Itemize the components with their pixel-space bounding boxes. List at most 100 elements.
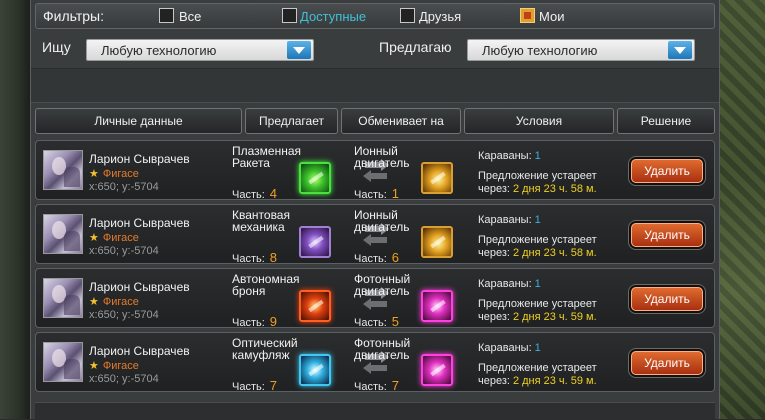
want-part-label: Часть: <box>354 381 387 393</box>
expire-prefix: через: <box>478 183 510 195</box>
expire-prefix: через: <box>478 247 510 259</box>
caravans-label: Караваны: <box>478 150 532 162</box>
seek-label: Ищу <box>42 39 71 55</box>
clan[interactable]: ★ Фигасе <box>89 295 139 308</box>
want-part-number: 7 <box>391 378 400 393</box>
delete-button[interactable]: Удалить <box>631 223 703 247</box>
header-decision: Решение <box>617 108 715 134</box>
filter-all-label[interactable]: Все <box>179 9 201 24</box>
caravans: Караваны: 1 <box>478 214 541 226</box>
ion-engine-icon[interactable] <box>421 162 453 194</box>
player-name[interactable]: Ларион Сыврачев <box>89 152 190 166</box>
star-icon: ★ <box>89 232 99 244</box>
table-row: Ларион Сыврачев ★ Фигасе x:650; y:-5704 К… <box>35 204 715 265</box>
optical-camouflage-icon[interactable] <box>299 354 331 386</box>
coordinates: x:650; y:-5704 <box>89 181 159 193</box>
list-footer <box>35 402 715 420</box>
offer-part-number: 9 <box>269 314 278 329</box>
want-part: Часть: 7 <box>354 378 399 393</box>
clan[interactable]: ★ Фигасе <box>89 359 139 372</box>
filter-mine-label[interactable]: Мои <box>539 9 564 24</box>
autonomous-armor-icon[interactable] <box>299 290 331 322</box>
want-part-label: Часть: <box>354 253 387 265</box>
expire-prefix: через: <box>478 375 510 387</box>
expire-label: Предложение устареет <box>478 362 597 374</box>
avatar[interactable] <box>43 278 83 318</box>
coordinates: x:650; y:-5704 <box>89 245 159 257</box>
star-icon: ★ <box>89 168 99 180</box>
offer-part: Часть: 4 <box>232 186 277 201</box>
star-icon: ★ <box>89 360 99 372</box>
quantum-mechanics-icon[interactable] <box>299 226 331 258</box>
caravans-label: Караваны: <box>478 278 532 290</box>
table-row: Ларион Сыврачев ★ Фигасе x:650; y:-5704 А… <box>35 268 715 329</box>
delete-button[interactable]: Удалить <box>631 351 703 375</box>
plasma-rocket-icon[interactable] <box>299 162 331 194</box>
filters-label: Фильтры: <box>43 8 104 24</box>
filter-friends-label[interactable]: Друзья <box>419 9 461 24</box>
offer-part-number: 8 <box>269 250 278 265</box>
photon-engine-icon[interactable] <box>421 290 453 322</box>
photon-engine-icon[interactable] <box>421 354 453 386</box>
player-name[interactable]: Ларион Сыврачев <box>89 216 190 230</box>
offer-part-label: Часть: <box>232 317 265 329</box>
offer-part-label: Часть: <box>232 381 265 393</box>
clan-name: Фигасе <box>102 168 139 180</box>
caravans-count: 1 <box>534 150 541 162</box>
player-name[interactable]: Ларион Сыврачев <box>89 280 190 294</box>
clan-name: Фигасе <box>102 360 139 372</box>
offer-label: Предлагаю <box>379 39 452 55</box>
caravans-count: 1 <box>534 342 541 354</box>
expire-time: через: 2 дня 23 ч. 58 м. <box>478 183 597 195</box>
filter-all-checkbox[interactable] <box>159 8 174 23</box>
star-icon: ★ <box>89 296 99 308</box>
caravans: Караваны: 1 <box>478 342 541 354</box>
chevron-down-icon[interactable] <box>668 41 692 59</box>
header-personal: Личные данные <box>35 108 242 134</box>
expire-time-value: 2 дня 23 ч. 59 м. <box>512 311 597 323</box>
filter-available-checkbox[interactable] <box>282 8 297 23</box>
divider <box>31 68 719 103</box>
clan-name: Фигасе <box>102 296 139 308</box>
chevron-down-icon[interactable] <box>287 41 311 59</box>
offer-part-label: Часть: <box>232 189 265 201</box>
coordinates: x:650; y:-5704 <box>89 309 159 321</box>
caravans-count: 1 <box>534 278 541 290</box>
want-part-number: 1 <box>391 186 400 201</box>
caravans-label: Караваны: <box>478 214 532 226</box>
background-right <box>720 0 765 419</box>
filters-bar: Фильтры: Все Доступные Друзья Мои <box>35 3 715 29</box>
want-part-number: 6 <box>391 250 400 265</box>
delete-button[interactable]: Удалить <box>631 159 703 183</box>
offer-part: Часть: 8 <box>232 250 277 265</box>
caravans-count: 1 <box>534 214 541 226</box>
expire-time: через: 2 дня 23 ч. 59 м. <box>478 311 597 323</box>
ion-engine-icon[interactable] <box>421 226 453 258</box>
offer-select[interactable]: Любую технологию <box>467 39 695 61</box>
expire-label: Предложение устареет <box>478 298 597 310</box>
seek-select[interactable]: Любую технологию <box>86 39 314 61</box>
search-row: Ищу Любую технологию Предлагаю Любую тех… <box>31 31 719 67</box>
filter-available-label[interactable]: Доступные <box>300 9 366 24</box>
avatar[interactable] <box>43 342 83 382</box>
expire-time-value: 2 дня 23 ч. 59 м. <box>512 375 597 387</box>
clan[interactable]: ★ Фигасе <box>89 231 139 244</box>
clan[interactable]: ★ Фигасе <box>89 167 139 180</box>
player-name[interactable]: Ларион Сыврачев <box>89 344 190 358</box>
want-part-label: Часть: <box>354 189 387 201</box>
avatar[interactable] <box>43 214 83 254</box>
filter-friends-checkbox[interactable] <box>400 8 415 23</box>
caravans: Караваны: 1 <box>478 278 541 290</box>
offer-part-number: 7 <box>269 378 278 393</box>
filter-mine-checkbox[interactable] <box>520 8 535 23</box>
delete-button[interactable]: Удалить <box>631 287 703 311</box>
background-left <box>0 0 30 419</box>
offer-part: Часть: 9 <box>232 314 277 329</box>
trade-panel: Фильтры: Все Доступные Друзья Мои Ищу Лю… <box>30 0 720 420</box>
expire-label: Предложение устареет <box>478 170 597 182</box>
offer-select-value: Любую технологию <box>482 43 598 58</box>
avatar[interactable] <box>43 150 83 190</box>
expire-time-value: 2 дня 23 ч. 58 м. <box>512 183 597 195</box>
clan-name: Фигасе <box>102 232 139 244</box>
caravans-label: Караваны: <box>478 342 532 354</box>
